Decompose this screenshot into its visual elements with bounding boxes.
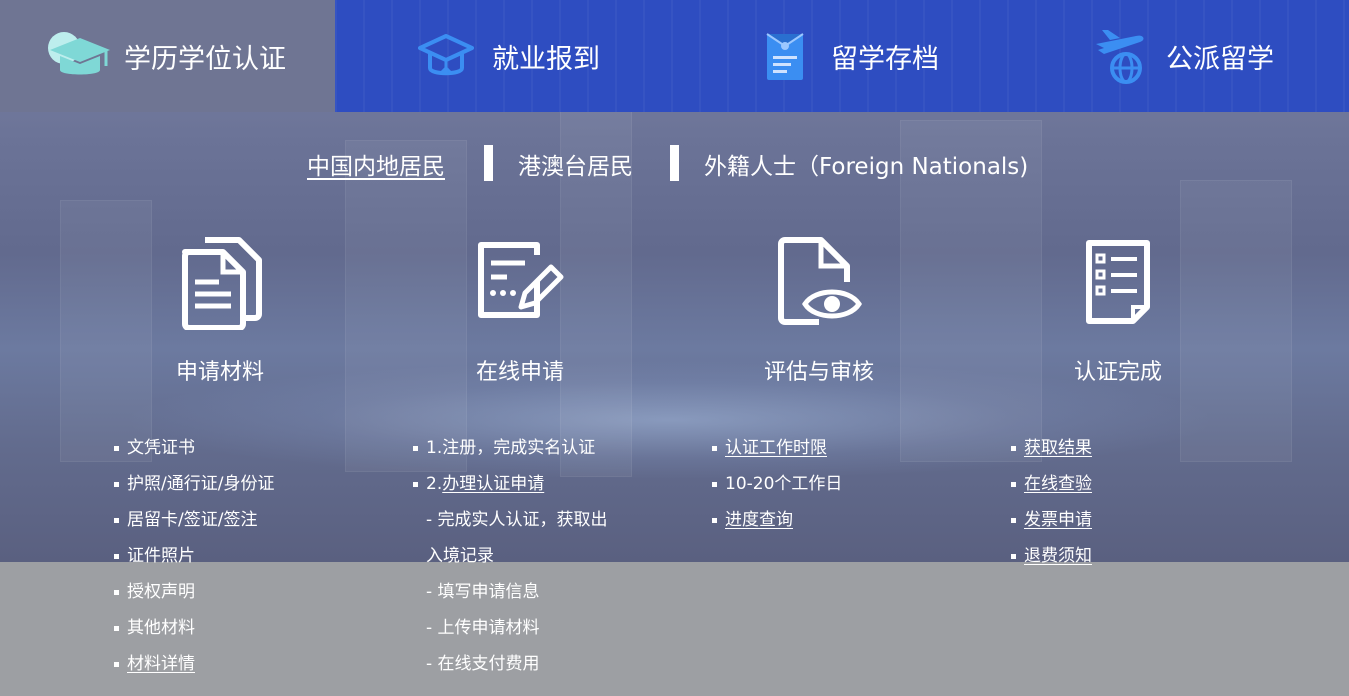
list-item: 材料详情 [114, 652, 274, 688]
submit-application-link[interactable]: 办理认证申请 [442, 474, 544, 494]
invoice-request-link[interactable]: 发票申请 [1024, 510, 1092, 530]
step-online-application: 在线申请 [370, 230, 670, 386]
subnav-foreign-nationals[interactable]: 外籍人士（Foreign Nationals) [704, 147, 1028, 181]
applicant-type-nav: 中国内地居民 港澳台居民 外籍人士（Foreign Nationals) [0, 145, 1349, 185]
list-item: 文凭证书 [114, 436, 274, 472]
plane-globe-icon [1088, 26, 1152, 86]
step-title: 在线申请 [475, 360, 564, 385]
processing-time-link[interactable]: 认证工作时限 [725, 438, 827, 458]
sub-list-item: - 上传申请材料 [426, 618, 540, 638]
refund-notice-link[interactable]: 退费须知 [1024, 546, 1092, 566]
sub-list-item: 入境记录 [426, 546, 494, 566]
form-edit-icon [370, 230, 670, 334]
list-item-prefix: 2. [426, 474, 443, 494]
sub-list-item: - 在线支付费用 [426, 654, 540, 674]
list-item: 在线查验 [1011, 472, 1092, 508]
tab-state-sponsored-study[interactable]: 公派留学 [1088, 0, 1348, 112]
sub-list-item: - 完成实人认证，获取出 [426, 510, 608, 530]
step-evaluation-review: 评估与审核 [669, 230, 969, 386]
checklist-icon [968, 230, 1268, 334]
progress-query-link[interactable]: 进度查询 [725, 510, 793, 530]
tab-label: 留学存档 [831, 43, 939, 75]
step-application-materials: 申请材料 [70, 230, 370, 386]
sub-list-item: - 填写申请信息 [426, 582, 540, 602]
step-title: 申请材料 [175, 360, 264, 385]
tab-employment-report[interactable]: 就业报到 [414, 0, 684, 112]
documents-icon [70, 230, 370, 334]
online-application-list: 1.注册，完成实名认证 2.办理认证申请 - 完成实人认证，获取出 入境记录 -… [413, 436, 608, 688]
subnav-hk-macao-taiwan[interactable]: 港澳台居民 [518, 147, 633, 181]
list-item: 其他材料 [114, 616, 274, 652]
materials-list: 文凭证书 护照/通行证/身份证 居留卡/签证/签注 证件照片 授权声明 其他材料… [114, 436, 274, 688]
list-item: 护照/通行证/身份证 [114, 472, 274, 508]
tab-degree-certification[interactable]: 学历学位认证 [0, 0, 335, 112]
list-item: 进度查询 [712, 508, 842, 544]
list-item: 1.注册，完成实名认证 [413, 436, 608, 472]
evaluation-list: 认证工作时限 10-20个工作日 进度查询 [712, 436, 842, 544]
tab-label: 公派留学 [1166, 43, 1274, 75]
get-result-link[interactable]: 获取结果 [1024, 438, 1092, 458]
completion-list: 获取结果 在线查验 发票申请 退费须知 [1011, 436, 1092, 580]
list-item: 发票申请 [1011, 508, 1092, 544]
subnav-mainland-residents[interactable]: 中国内地居民 [307, 147, 445, 181]
archive-document-icon [753, 26, 817, 86]
tab-study-abroad-archive[interactable]: 留学存档 [753, 0, 1023, 112]
mortarboard-report-icon [414, 26, 478, 86]
subnav-separator [670, 145, 679, 181]
list-item: 2.办理认证申请 [413, 472, 608, 508]
tab-label: 就业报到 [492, 43, 600, 75]
list-item: 居留卡/签证/签注 [114, 508, 274, 544]
list-item: 获取结果 [1011, 436, 1092, 472]
service-tabs: 学历学位认证 就业报到 留学存档 公派留学 [0, 0, 1349, 112]
subnav-separator [484, 145, 493, 181]
tab-label: 学历学位认证 [124, 43, 286, 75]
list-item: 10-20个工作日 [712, 472, 842, 508]
document-eye-icon [669, 230, 969, 334]
list-item: 退费须知 [1011, 544, 1092, 580]
online-verification-link[interactable]: 在线查验 [1024, 474, 1092, 494]
list-item: 授权声明 [114, 580, 274, 616]
list-item: 证件照片 [114, 544, 274, 580]
graduation-cap-icon [46, 26, 110, 86]
materials-details-link[interactable]: 材料详情 [127, 654, 195, 674]
step-title: 评估与审核 [763, 360, 874, 385]
list-item: 认证工作时限 [712, 436, 842, 472]
step-title: 认证完成 [1073, 360, 1162, 385]
step-certification-complete: 认证完成 [968, 230, 1268, 386]
